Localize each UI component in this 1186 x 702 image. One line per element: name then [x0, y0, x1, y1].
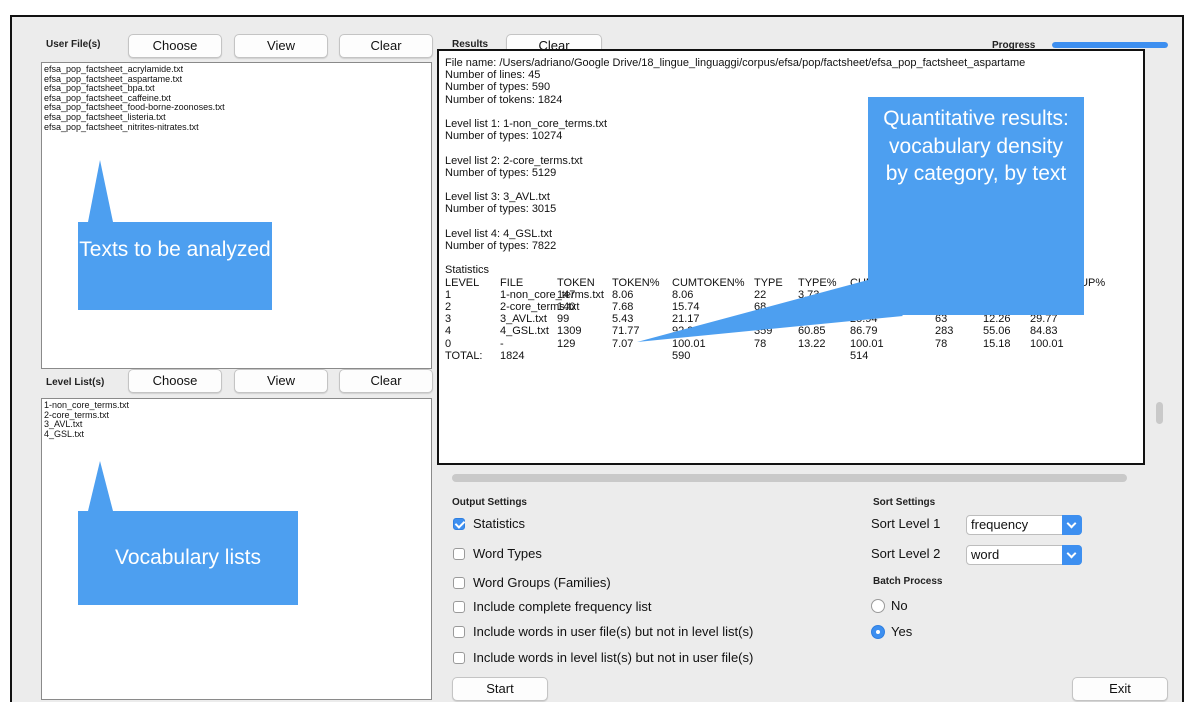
texts-callout-pointer [88, 160, 113, 222]
vocab-callout: Vocabulary lists [78, 511, 298, 605]
quant-callout-pointer [637, 280, 903, 342]
quant-callout: Quantitative results: vocabulary density… [868, 97, 1084, 315]
texts-callout: Texts to be analyzed [78, 222, 272, 310]
vocab-callout-pointer [88, 461, 113, 511]
